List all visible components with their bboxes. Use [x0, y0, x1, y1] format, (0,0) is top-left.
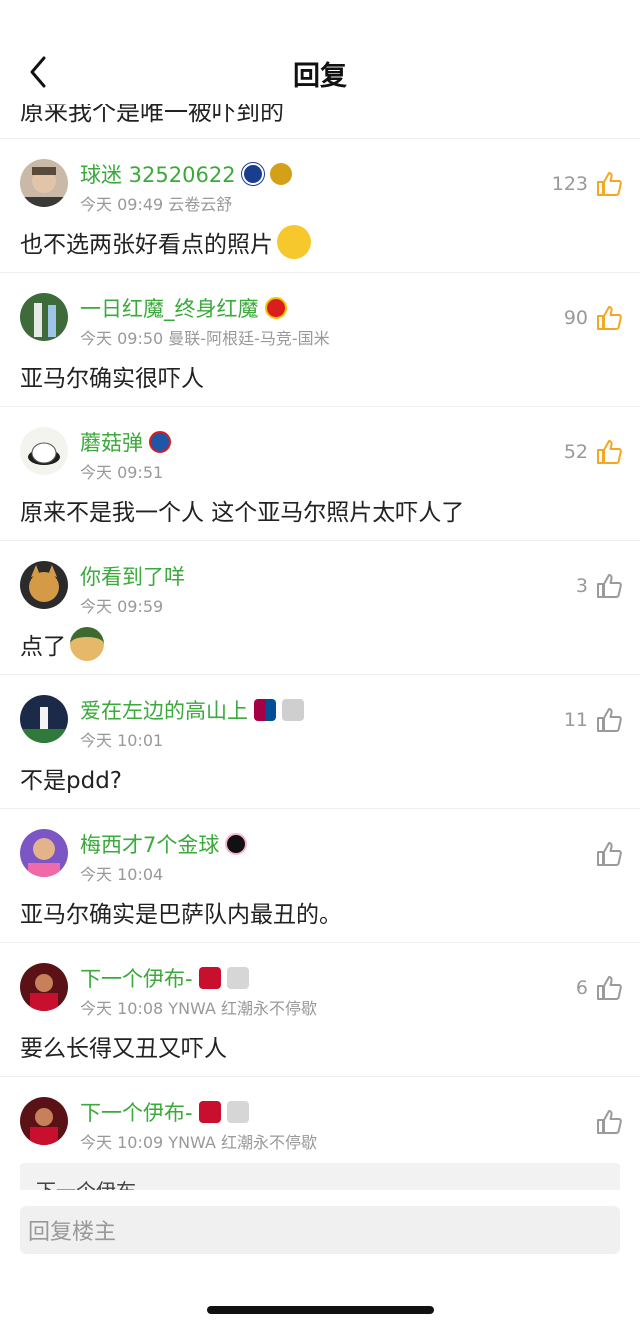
username[interactable]: 蘑菇弹 [80, 427, 143, 457]
comment-text: 要么长得又丑又吓人 [20, 1036, 227, 1062]
username-row: 球迷 32520622 [80, 159, 292, 189]
trophy-cup-icon [282, 699, 304, 721]
username-row: 下一个伊布- [80, 963, 249, 993]
username-row: 梅西才7个金球 [80, 829, 248, 859]
like-count: 11 [563, 709, 588, 731]
thumbs-up-icon [597, 708, 622, 732]
comment-text: 原来不是我一个人 这个亚马尔照片太吓人了 [20, 500, 465, 526]
comment-meta: 今天 09:49 云卷云舒 [80, 195, 233, 214]
barcelona-badge-icon [254, 699, 276, 721]
comment-item[interactable]: 下一个伊布- 今天 10:08 YNWA 红潮永不停歇 要么长得又丑又吓人 6 [0, 942, 640, 1076]
top-bar: 回复 [0, 0, 640, 104]
avatar[interactable] [20, 427, 68, 475]
like-button[interactable]: 90 [564, 305, 622, 331]
reply-bar: 回复楼主 [0, 1190, 640, 1327]
comment-meta: 今天 09:51 [80, 463, 164, 482]
comment-meta: 今天 09:59 [80, 597, 164, 616]
comment-text: 点了 [20, 627, 104, 661]
chelsea-badge-icon [241, 163, 264, 185]
comment-text: 亚马尔确实很吓人 [20, 366, 204, 392]
avatar[interactable] [20, 963, 68, 1011]
like-button[interactable]: 123 [552, 171, 622, 197]
avatar[interactable] [20, 561, 68, 609]
reply-input[interactable]: 回复楼主 [20, 1206, 620, 1254]
avatar[interactable] [20, 829, 68, 877]
comment-meta: 今天 10:08 YNWA 红潮永不停歇 [80, 999, 318, 1018]
manutd-badge-icon [264, 297, 287, 319]
username-row: 蘑菇弹 [80, 427, 171, 457]
username[interactable]: 一日红魔_终身红魔 [80, 293, 259, 323]
username[interactable]: 你看到了咩 [80, 561, 185, 591]
username[interactable]: 爱在左边的高山上 [80, 695, 248, 725]
like-count: 123 [551, 173, 588, 195]
thumbs-up-icon [597, 1110, 622, 1134]
like-count: 6 [575, 977, 588, 999]
comment-item[interactable]: 梅西才7个金球 今天 10:04 亚马尔确实是巴萨队内最丑的。 [0, 808, 640, 942]
like-count: 90 [563, 307, 588, 329]
username-row: 一日红魔_终身红魔 [80, 293, 287, 323]
avatar[interactable] [20, 1097, 68, 1145]
comment-meta: 今天 10:01 [80, 731, 164, 750]
comment-text: 不是pdd? [20, 768, 123, 794]
like-count: 52 [563, 441, 588, 463]
comment-item[interactable]: 爱在左边的高山上 今天 10:01 不是pdd? 11 [0, 674, 640, 808]
username-row: 下一个伊布- [80, 1097, 249, 1127]
thumbs-up-icon [597, 172, 622, 196]
trophy-cup-icon [226, 967, 249, 989]
liverpool-badge-icon [198, 967, 221, 989]
comment-text: 也不选两张好看点的照片 [20, 225, 311, 259]
comment-list: 球迷 32520622 今天 09:49 云卷云舒 也不选两张好看点的照片 12… [0, 138, 640, 1210]
avatar[interactable] [20, 159, 68, 207]
thumbs-up-icon [597, 574, 622, 598]
avatar[interactable] [20, 293, 68, 341]
thumbs-up-icon [597, 842, 622, 866]
nested-reply-preview[interactable]: 下一个伊布- [20, 1163, 620, 1191]
page-title: 回复 [293, 61, 347, 92]
laugh-cry-emoji-icon [277, 225, 311, 259]
username-row: 你看到了咩 [80, 561, 185, 591]
trophy-cup-icon [226, 1101, 249, 1123]
username-row: 爱在左边的高山上 [80, 695, 304, 725]
avatar[interactable] [20, 695, 68, 743]
comment-item[interactable]: 球迷 32520622 今天 09:49 云卷云舒 也不选两张好看点的照片 12… [0, 138, 640, 272]
liverpool-badge-icon [198, 1101, 221, 1123]
username[interactable]: 梅西才7个金球 [80, 829, 219, 859]
thumbs-up-icon [597, 440, 622, 464]
comment-meta: 今天 10:09 YNWA 红潮永不停歇 [80, 1133, 318, 1152]
like-button[interactable]: 3 [576, 573, 622, 599]
like-button[interactable]: 11 [564, 707, 622, 733]
like-button[interactable]: 6 [576, 975, 622, 1001]
comment-text: 亚马尔确实是巴萨队内最丑的。 [20, 902, 342, 928]
home-indicator [207, 1306, 434, 1314]
like-button[interactable]: 52 [564, 439, 622, 465]
like-button[interactable] [596, 1109, 622, 1135]
username[interactable]: 下一个伊布- [80, 963, 193, 993]
username[interactable]: 下一个伊布- [80, 1097, 193, 1127]
thumbs-up-icon [597, 306, 622, 330]
trophy-badge-icon [269, 163, 292, 185]
comment-item[interactable]: 蘑菇弹 今天 09:51 原来不是我一个人 这个亚马尔照片太吓人了 52 [0, 406, 640, 540]
username[interactable]: 球迷 32520622 [80, 159, 236, 189]
like-count: 3 [575, 575, 588, 597]
doge-soldier-emoji-icon [70, 627, 104, 661]
comment-meta: 今天 09:50 曼联-阿根廷-马竞-国米 [80, 329, 330, 348]
comment-meta: 今天 10:04 [80, 865, 164, 884]
comment-item[interactable]: 一日红魔_终身红魔 今天 09:50 曼联-阿根廷-马竞-国米 亚马尔确实很吓人… [0, 272, 640, 406]
like-button[interactable] [596, 841, 622, 867]
espanyol-badge-icon [149, 431, 171, 453]
inter-miami-badge-icon [225, 833, 248, 855]
thumbs-up-icon [597, 976, 622, 1000]
comment-item[interactable]: 你看到了咩 今天 09:59 点了 3 [0, 540, 640, 674]
